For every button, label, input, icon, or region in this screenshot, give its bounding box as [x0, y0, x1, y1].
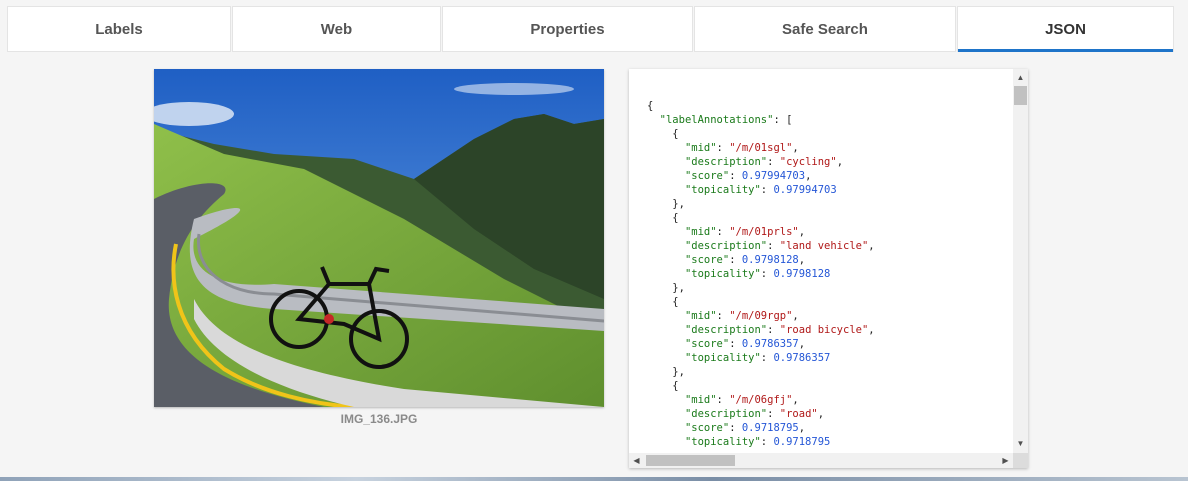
scroll-down-icon[interactable]: ▼ — [1013, 438, 1028, 450]
scrollbar-corner — [1013, 453, 1028, 468]
tab-web[interactable]: Web — [232, 6, 441, 52]
horizontal-scroll-thumb[interactable] — [646, 455, 735, 466]
horizontal-scrollbar[interactable]: ◀ ▶ — [629, 453, 1013, 468]
vertical-scroll-thumb[interactable] — [1014, 86, 1027, 105]
tab-safe-search[interactable]: Safe Search — [694, 6, 956, 52]
json-panel[interactable]: { "labelAnnotations": [ { "mid": "/m/01s… — [629, 69, 1028, 468]
taskbar-edge — [0, 477, 1188, 481]
tab-bar: Labels Web Properties Safe Search JSON — [7, 6, 1175, 52]
vertical-scrollbar[interactable]: ▲ ▼ — [1013, 69, 1028, 453]
uploaded-photo — [154, 69, 604, 407]
photo-caption: IMG_136.JPG — [340, 412, 418, 426]
scroll-up-icon[interactable]: ▲ — [1013, 72, 1028, 84]
tab-properties[interactable]: Properties — [442, 6, 693, 52]
photo-image — [154, 69, 604, 407]
tab-labels[interactable]: Labels — [7, 6, 231, 52]
json-code: { "labelAnnotations": [ { "mid": "/m/01s… — [647, 100, 875, 448]
scroll-right-icon[interactable]: ▶ — [998, 455, 1013, 467]
tab-json[interactable]: JSON — [957, 6, 1174, 52]
scroll-left-icon[interactable]: ◀ — [629, 455, 644, 467]
